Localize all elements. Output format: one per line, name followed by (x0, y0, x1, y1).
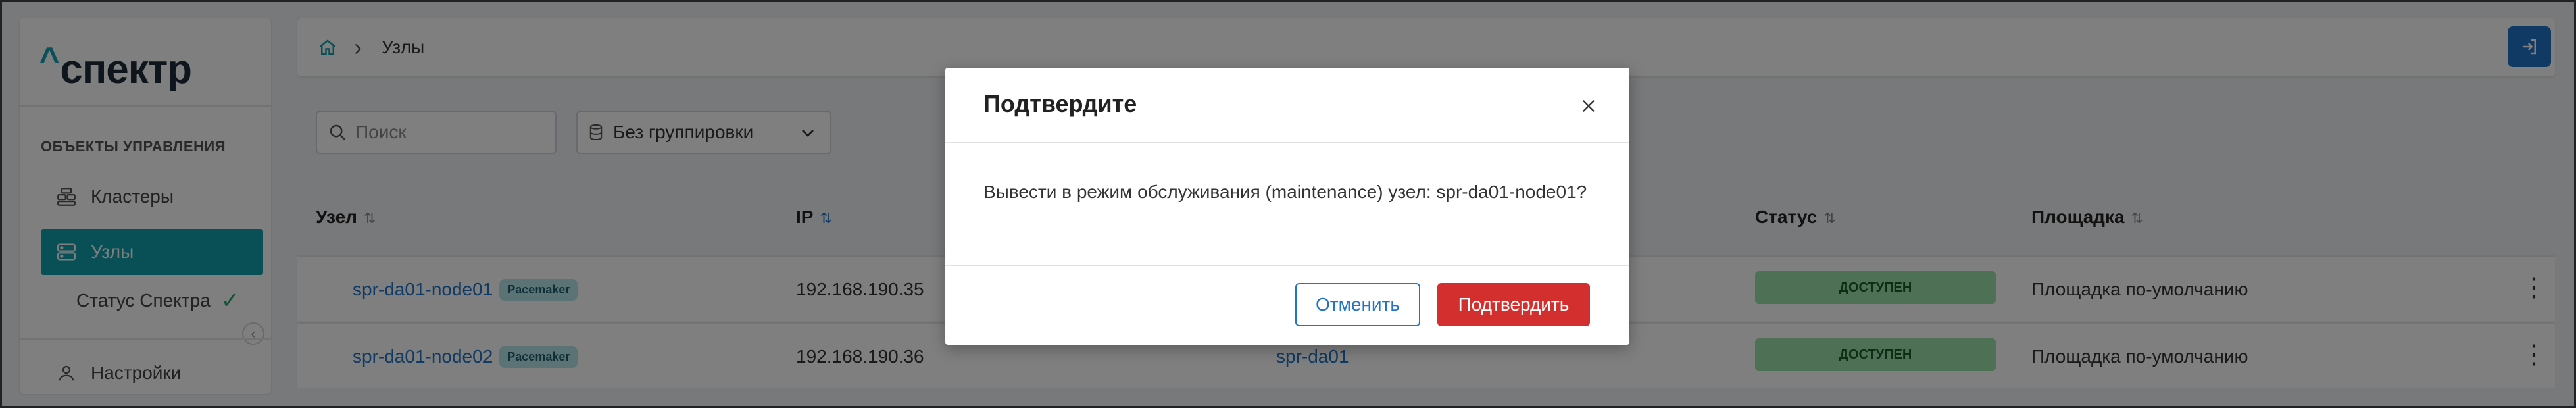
dialog-message: Вывести в режим обслуживания (maintenanc… (983, 182, 1587, 202)
confirm-dialog: Подтвердите Вывести в режим обслуживания… (945, 68, 1629, 345)
dialog-title: Подтвердите (983, 90, 1137, 117)
close-icon[interactable] (1577, 94, 1600, 118)
dialog-divider (945, 142, 1629, 143)
cancel-button[interactable]: Отменить (1295, 283, 1420, 326)
confirm-button[interactable]: Подтвердить (1437, 283, 1590, 326)
dialog-divider (945, 265, 1629, 266)
